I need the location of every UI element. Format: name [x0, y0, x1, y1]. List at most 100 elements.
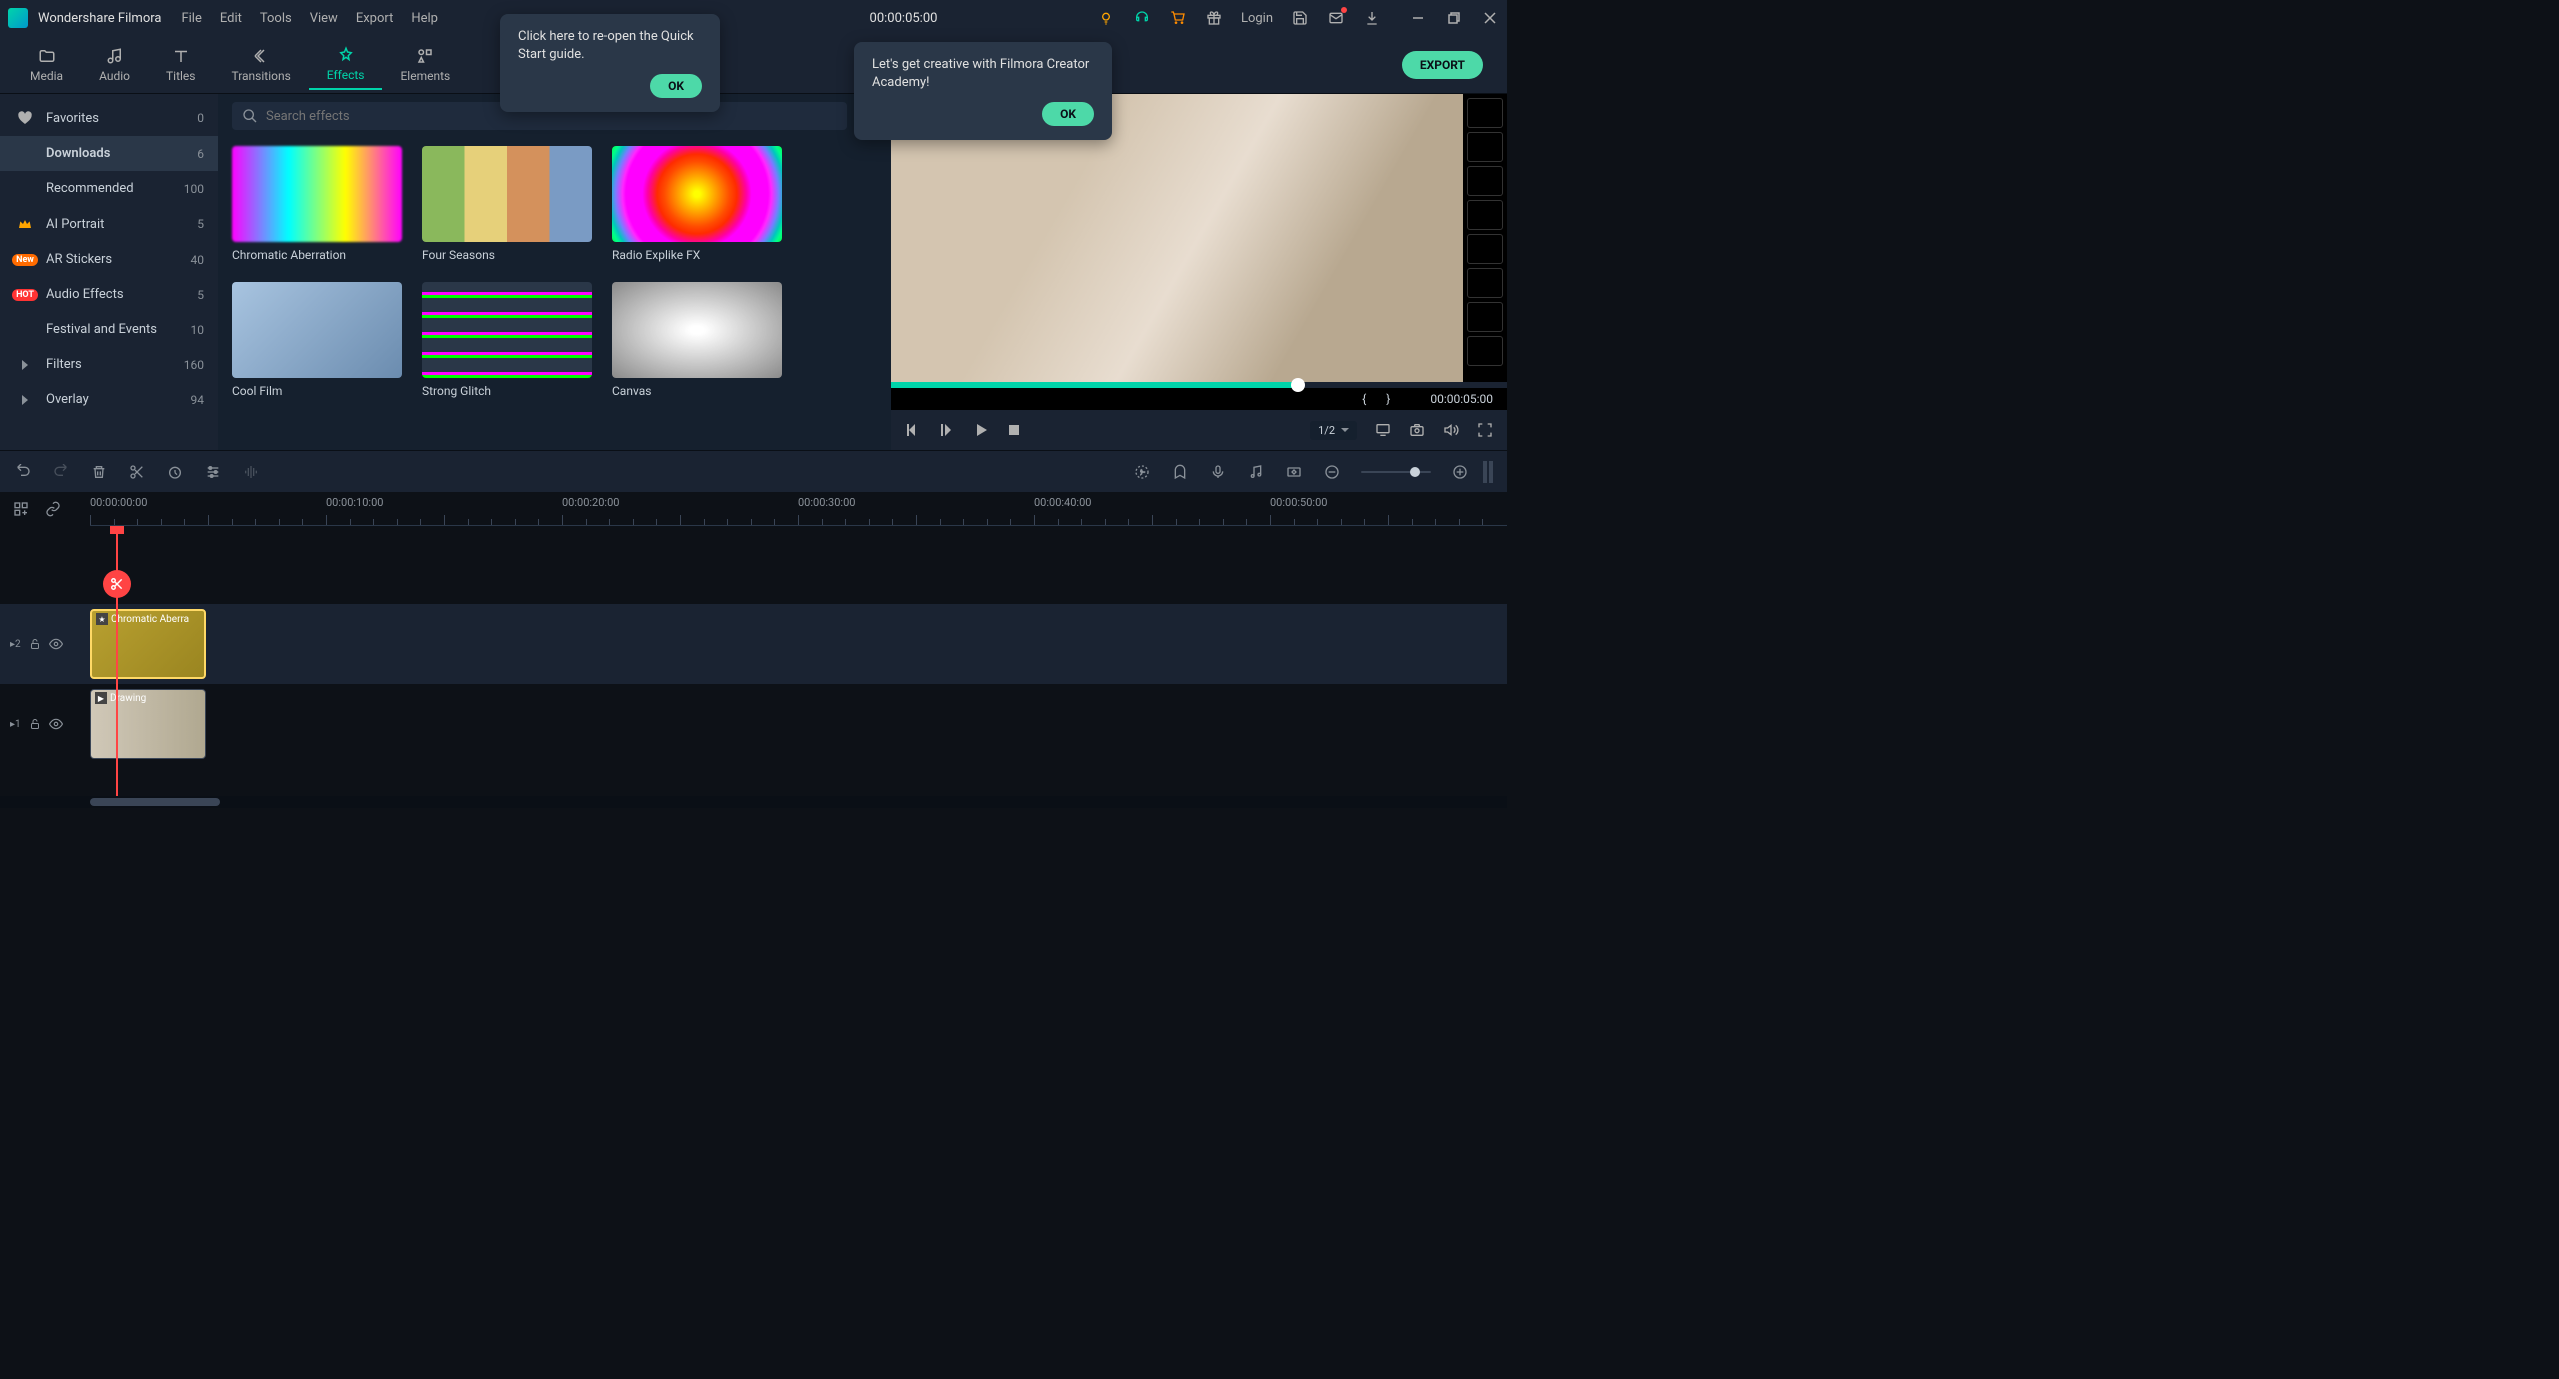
split-icon[interactable] [128, 463, 146, 481]
clip-chromatic-aberration[interactable]: ★Chromatic Aberra [90, 609, 206, 679]
playhead[interactable] [116, 526, 118, 796]
sliders-icon[interactable] [204, 463, 222, 481]
sidebar-item-overlay[interactable]: Overlay94 [0, 382, 218, 417]
stop-icon[interactable] [1007, 423, 1021, 437]
play-icon[interactable] [973, 422, 989, 438]
snapshot-icon[interactable] [1409, 422, 1425, 438]
quick-start-tooltip: Click here to re-open the Quick Start gu… [500, 14, 720, 112]
sidebar-item-recommended[interactable]: Recommended100 [0, 171, 218, 206]
sidebar-item-festival[interactable]: Festival and Events10 [0, 312, 218, 347]
track-label: ▸1 [10, 719, 21, 730]
effect-canvas[interactable]: Canvas [612, 282, 782, 398]
search-icon [242, 108, 258, 124]
marker-icon[interactable] [1171, 463, 1189, 481]
menu-export[interactable]: Export [356, 11, 394, 26]
effects-sidebar[interactable]: Favorites0 Downloads6 Recommended100 AI … [0, 94, 218, 450]
sidebar-item-downloads[interactable]: Downloads6 [0, 136, 218, 171]
minimize-icon[interactable] [1409, 9, 1427, 27]
menu-edit[interactable]: Edit [220, 11, 242, 26]
effect-chromatic-aberration[interactable]: Chromatic Aberration [232, 146, 402, 262]
tab-audio[interactable]: Audio [81, 41, 148, 89]
voiceover-icon[interactable] [1209, 463, 1227, 481]
cart-icon[interactable] [1169, 9, 1187, 27]
link-icon[interactable] [44, 500, 62, 518]
save-icon[interactable] [1291, 9, 1309, 27]
new-badge: New [12, 254, 38, 266]
add-track-icon[interactable] [12, 500, 30, 518]
effects-grid: Chromatic Aberration Four Seasons Radio … [218, 138, 891, 406]
app-title: Wondershare Filmora [38, 11, 161, 26]
lock-icon[interactable] [29, 718, 41, 730]
eye-icon[interactable] [49, 637, 63, 651]
app-logo-icon [8, 8, 28, 28]
ruler-track[interactable]: 00:00:00:00 00:00:10:00 00:00:20:00 00:0… [90, 492, 1507, 526]
crown-icon [14, 216, 36, 232]
effect-radio-explike[interactable]: Radio Explike FX [612, 146, 782, 262]
tab-media[interactable]: Media [12, 41, 81, 89]
undo-icon[interactable] [14, 463, 32, 481]
timeline-ruler[interactable]: 00:00:00:00 00:00:10:00 00:00:20:00 00:0… [0, 492, 1507, 526]
lightbulb-icon[interactable] [1097, 9, 1115, 27]
lock-icon[interactable] [29, 638, 41, 650]
keyframe-icon[interactable] [1285, 463, 1303, 481]
login-button[interactable]: Login [1241, 11, 1273, 26]
tab-elements[interactable]: Elements [382, 41, 468, 89]
tab-effects[interactable]: Effects [309, 40, 383, 90]
music-icon[interactable] [1247, 463, 1265, 481]
display-icon[interactable] [1375, 422, 1391, 438]
hot-badge: HOT [12, 289, 38, 301]
effect-cool-film[interactable]: Cool Film [232, 282, 402, 398]
effects-content: Chromatic Aberration Four Seasons Radio … [218, 94, 891, 450]
mail-icon[interactable] [1327, 9, 1345, 27]
zoom-ratio-select[interactable]: 1/2 [1310, 421, 1357, 440]
play-icon: ▶ [95, 692, 107, 704]
tooltip-ok-button[interactable]: OK [650, 74, 702, 98]
zoom-slider[interactable] [1361, 471, 1431, 473]
sidebar-item-ai-portrait[interactable]: AI Portrait5 [0, 206, 218, 242]
menu-view[interactable]: View [310, 11, 338, 26]
effect-track[interactable]: ▸2 ★Chromatic Aberra [0, 604, 1507, 684]
playhead-scissors-icon[interactable] [103, 570, 131, 598]
titlebar-timecode: 00:00:05:00 [870, 11, 938, 26]
zoom-in-icon[interactable] [1451, 463, 1469, 481]
sidebar-item-filters[interactable]: Filters160 [0, 347, 218, 382]
timeline-scrollbar[interactable] [0, 796, 1507, 808]
zoom-out-icon[interactable] [1323, 463, 1341, 481]
gift-icon[interactable] [1205, 9, 1223, 27]
menu-tools[interactable]: Tools [260, 11, 292, 26]
download-icon[interactable] [1363, 9, 1381, 27]
close-icon[interactable] [1481, 9, 1499, 27]
sidebar-item-favorites[interactable]: Favorites0 [0, 100, 218, 136]
chevron-right-icon [14, 360, 36, 370]
preview-timecode: 00:00:05:00 [1430, 392, 1493, 406]
maximize-icon[interactable] [1445, 9, 1463, 27]
redo-icon[interactable] [52, 463, 70, 481]
tab-titles[interactable]: Titles [148, 41, 213, 89]
effect-strong-glitch[interactable]: Strong Glitch [422, 282, 592, 398]
preview-progress-bar[interactable] [891, 382, 1507, 388]
menu-help[interactable]: Help [411, 11, 438, 26]
zoom-fit-icon[interactable] [1483, 461, 1493, 483]
render-icon[interactable] [1133, 463, 1151, 481]
prev-frame-icon[interactable] [905, 422, 921, 438]
eye-icon[interactable] [49, 717, 63, 731]
effect-four-seasons[interactable]: Four Seasons [422, 146, 592, 262]
fullscreen-icon[interactable] [1477, 422, 1493, 438]
brace-left: { [1362, 392, 1366, 406]
headset-icon[interactable] [1133, 9, 1151, 27]
timeline-tracks[interactable]: ▸2 ★Chromatic Aberra ▸1 ▶Drawing [0, 526, 1507, 796]
audio-wave-icon[interactable] [242, 463, 260, 481]
video-track[interactable]: ▸1 ▶Drawing [0, 684, 1507, 764]
sidebar-item-audio-effects[interactable]: HOTAudio Effects5 [0, 277, 218, 312]
export-button[interactable]: EXPORT [1402, 51, 1483, 79]
menu-file[interactable]: File [181, 11, 201, 26]
tab-transitions[interactable]: Transitions [213, 41, 308, 89]
volume-icon[interactable] [1443, 422, 1459, 438]
sidebar-item-ar-stickers[interactable]: NewAR Stickers40 [0, 242, 218, 277]
tooltip-ok-button[interactable]: OK [1042, 102, 1094, 126]
step-back-icon[interactable] [939, 422, 955, 438]
clip-drawing[interactable]: ▶Drawing [90, 689, 206, 759]
track-label: ▸2 [10, 639, 21, 650]
delete-icon[interactable] [90, 463, 108, 481]
speed-icon[interactable] [166, 463, 184, 481]
